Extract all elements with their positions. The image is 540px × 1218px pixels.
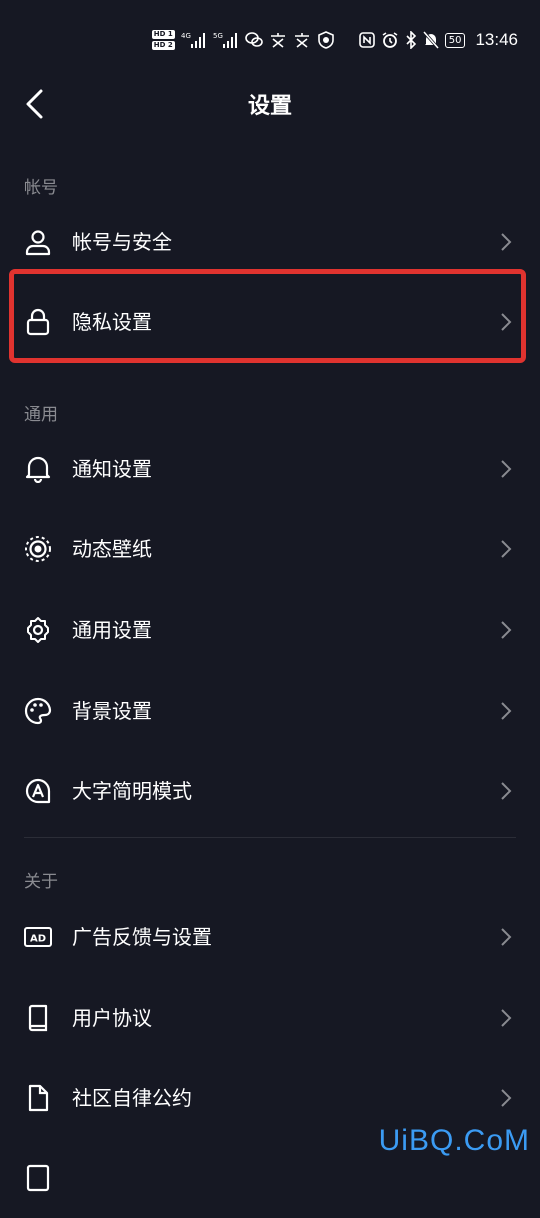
settings-item-label: 用户协议 bbox=[72, 1006, 152, 1030]
gear-icon bbox=[27, 617, 49, 643]
settings-item-label: 大字简明模式 bbox=[72, 779, 192, 803]
svg-text:5G: 5G bbox=[213, 32, 223, 40]
bell-icon bbox=[25, 456, 51, 483]
settings-item-label: 帐号与安全 bbox=[72, 230, 172, 254]
shield-app-icon bbox=[317, 31, 335, 49]
bluetooth-icon bbox=[405, 31, 417, 49]
notification-app-icon-2 bbox=[293, 32, 311, 48]
section-divider bbox=[24, 837, 516, 838]
section-label-account: 帐号 bbox=[24, 178, 58, 198]
palette-icon bbox=[24, 697, 52, 725]
chevron-right-icon bbox=[501, 928, 512, 946]
document-icon bbox=[28, 1084, 49, 1112]
hd2-badge: HD 2 bbox=[151, 41, 175, 50]
chevron-right-icon bbox=[501, 233, 512, 251]
chevron-right-icon bbox=[501, 540, 512, 558]
settings-item-label: 背景设置 bbox=[72, 699, 152, 723]
mute-icon bbox=[422, 31, 439, 49]
settings-item-live-wallpaper[interactable]: 动态壁纸 bbox=[0, 509, 540, 589]
header: 设置 bbox=[0, 72, 540, 136]
svg-text:AD: AD bbox=[30, 934, 46, 945]
settings-item-large-text[interactable]: 大字简明模式 bbox=[0, 751, 540, 831]
hd1-badge: HD 1 bbox=[151, 30, 175, 39]
settings-item-label: 广告反馈与设置 bbox=[72, 925, 212, 949]
chevron-right-icon bbox=[501, 1089, 512, 1107]
watermark: UiBQ.CoM bbox=[378, 1124, 530, 1157]
section-label-about: 关于 bbox=[24, 872, 58, 892]
signal-5g-icon: 5G bbox=[213, 31, 239, 49]
notification-app-icon bbox=[269, 32, 287, 48]
settings-item-label: 社区自律公约 bbox=[72, 1086, 192, 1110]
alarm-icon bbox=[381, 31, 399, 49]
user-icon bbox=[25, 230, 51, 256]
chevron-right-icon bbox=[501, 621, 512, 639]
chevron-right-icon bbox=[501, 702, 512, 720]
live-wallpaper-icon bbox=[25, 536, 51, 562]
settings-item-label: 通知设置 bbox=[72, 457, 152, 481]
settings-item-label: 通用设置 bbox=[72, 618, 152, 642]
large-text-icon bbox=[25, 778, 51, 804]
highlight-box bbox=[9, 269, 526, 363]
hd-badges: HD 1 HD 2 bbox=[151, 30, 175, 50]
svg-text:4G: 4G bbox=[181, 32, 191, 40]
settings-item-user-agreement[interactable]: 用户协议 bbox=[0, 978, 540, 1058]
battery-indicator: 50 bbox=[444, 32, 466, 48]
section-label-general: 通用 bbox=[24, 405, 58, 425]
signal-4g-icon: 4G bbox=[181, 31, 207, 49]
settings-item-notifications[interactable]: 通知设置 bbox=[0, 429, 540, 509]
ad-icon: AD bbox=[24, 927, 52, 947]
clock: 13:46 bbox=[475, 30, 518, 49]
settings-item-background[interactable]: 背景设置 bbox=[0, 671, 540, 751]
nfc-icon bbox=[358, 32, 375, 48]
settings-item-general[interactable]: 通用设置 bbox=[0, 590, 540, 670]
status-bar: HD 1 HD 2 4G 5G 50 13:46 bbox=[0, 0, 540, 80]
page-title: 设置 bbox=[247, 94, 292, 119]
settings-item-ad-feedback[interactable]: AD 广告反馈与设置 bbox=[0, 897, 540, 977]
wechat-icon bbox=[244, 32, 263, 48]
chevron-right-icon bbox=[501, 782, 512, 800]
settings-item-label: 动态壁纸 bbox=[72, 537, 152, 561]
book-icon bbox=[28, 1004, 48, 1032]
document-icon bbox=[26, 1164, 50, 1192]
chevron-right-icon bbox=[501, 460, 512, 478]
chevron-right-icon bbox=[501, 1009, 512, 1027]
